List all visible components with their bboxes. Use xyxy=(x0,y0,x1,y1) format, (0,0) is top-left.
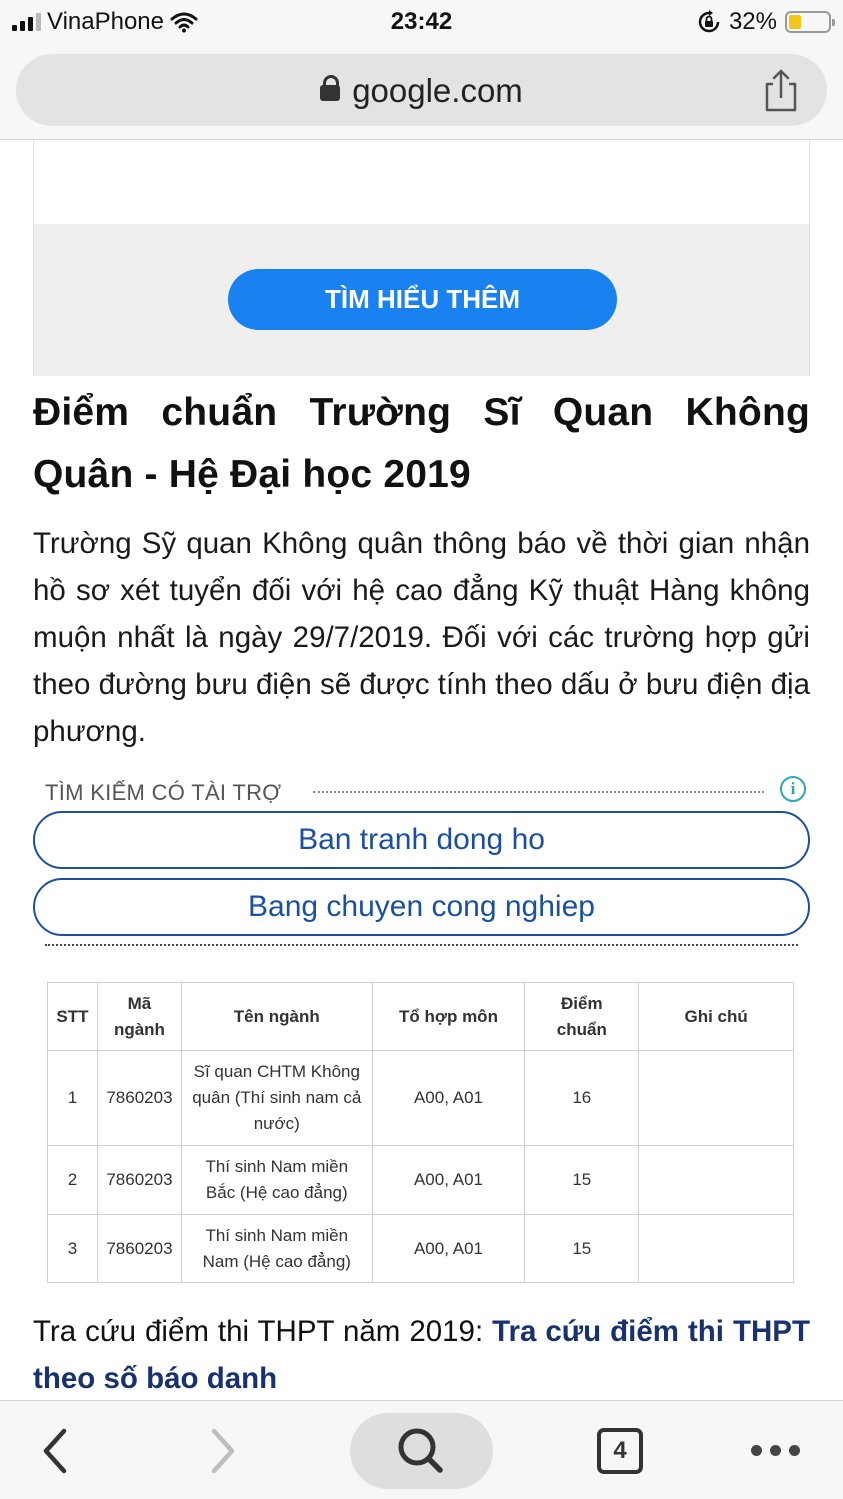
lookup-prefix: Tra cứu điểm thi THPT năm 2019: xyxy=(33,1315,493,1348)
dotted-divider xyxy=(313,791,764,793)
status-right: 32% xyxy=(697,8,835,36)
cell-diem-chuan: 16 xyxy=(524,1050,640,1146)
chevron-right-icon xyxy=(211,1428,235,1473)
score-table: STT Mã ngành Tên ngành Tổ hợp môn Điểm c… xyxy=(47,982,794,1283)
cell-stt: 2 xyxy=(47,1145,98,1215)
header-ten-nganh: Tên ngành xyxy=(180,982,373,1051)
cell-stt: 1 xyxy=(47,1050,98,1146)
tabs-button[interactable]: 4 xyxy=(590,1401,650,1499)
cell-ghi-chu xyxy=(638,1145,794,1215)
address-bar[interactable]: google.com xyxy=(16,54,827,126)
article-title: Điểm chuẩn Trường Sĩ Quan Không Quân - H… xyxy=(33,391,810,496)
table-row: 3 7860203 Thí sinh Nam miền Nam (Hệ cao … xyxy=(47,1214,794,1283)
search-button[interactable] xyxy=(350,1413,493,1489)
battery-percent: 32% xyxy=(728,8,777,35)
battery-icon xyxy=(785,11,835,33)
chevron-left-icon xyxy=(43,1428,67,1473)
ad-footer: TÌM HIỂU THÊM xyxy=(34,224,809,376)
header-to-hop-mon: Tổ hợp môn xyxy=(371,982,526,1051)
table-header-row: STT Mã ngành Tên ngành Tổ hợp môn Điểm c… xyxy=(47,982,794,1051)
dotted-divider-bottom xyxy=(45,944,798,946)
sponsored-link-2[interactable]: Bang chuyen cong nghiep xyxy=(33,878,810,936)
lock-icon xyxy=(320,75,341,101)
cell-ten-nganh: Thí sinh Nam miền Bắc (Hệ cao đẳng) xyxy=(180,1145,373,1215)
article-paragraph: Trường Sỹ quan Không quân thông báo về t… xyxy=(33,527,810,748)
cell-ma-nganh: 7860203 xyxy=(96,1145,182,1215)
learn-more-button[interactable]: TÌM HIỂU THÊM xyxy=(228,269,617,330)
ad-image-area xyxy=(34,140,809,224)
cell-ghi-chu xyxy=(638,1050,794,1146)
info-icon[interactable]: i xyxy=(780,776,806,802)
cell-diem-chuan: 15 xyxy=(524,1214,640,1283)
table-row: 1 7860203 Sĩ quan CHTM Không quân (Thí s… xyxy=(47,1050,794,1146)
cell-to-hop-mon: A00, A01 xyxy=(371,1050,526,1146)
forward-button[interactable] xyxy=(188,1401,258,1499)
battery-fill xyxy=(789,15,802,29)
header-ghi-chu: Ghi chú xyxy=(638,982,794,1051)
cell-ten-nganh: Sĩ quan CHTM Không quân (Thí sinh nam cả… xyxy=(180,1050,373,1146)
browser-header: google.com xyxy=(0,44,843,140)
browser-toolbar: 4 xyxy=(0,1400,843,1499)
cell-diem-chuan: 15 xyxy=(524,1145,640,1215)
lookup-paragraph: Tra cứu điểm thi THPT năm 2019: Tra cứu … xyxy=(33,1308,810,1402)
more-button[interactable] xyxy=(740,1401,810,1499)
header-ma-nganh: Mã ngành xyxy=(96,982,182,1051)
url-display[interactable]: google.com xyxy=(16,72,827,110)
more-icon xyxy=(750,1445,800,1456)
header-diem-chuan: Điểm chuẩn xyxy=(524,982,640,1051)
cell-ma-nganh: 7860203 xyxy=(96,1214,182,1283)
sponsored-heading: TÌM KIẾM CÓ TÀI TRỢ xyxy=(45,780,290,806)
header-stt: STT xyxy=(47,982,98,1051)
ad-banner: TÌM HIỂU THÊM xyxy=(33,140,810,376)
cell-ghi-chu xyxy=(638,1214,794,1283)
rotation-lock-icon xyxy=(698,10,720,33)
cell-ten-nganh: Thí sinh Nam miền Nam (Hệ cao đẳng) xyxy=(180,1214,373,1283)
status-bar: VinaPhone 23:42 32% xyxy=(0,0,843,44)
url-text: google.com xyxy=(352,72,523,109)
cell-ma-nganh: 7860203 xyxy=(96,1050,182,1146)
cell-to-hop-mon: A00, A01 xyxy=(371,1214,526,1283)
tab-count: 4 xyxy=(597,1427,643,1474)
back-button[interactable] xyxy=(20,1401,90,1499)
cell-stt: 3 xyxy=(47,1214,98,1283)
sponsored-search: TÌM KIẾM CÓ TÀI TRỢ i Ban tranh dong ho … xyxy=(33,774,810,950)
share-icon[interactable] xyxy=(763,68,799,112)
table-row: 2 7860203 Thí sinh Nam miền Bắc (Hệ cao … xyxy=(47,1145,794,1215)
search-icon xyxy=(398,1428,443,1473)
cell-to-hop-mon: A00, A01 xyxy=(371,1145,526,1215)
sponsored-link-1[interactable]: Ban tranh dong ho xyxy=(33,811,810,869)
